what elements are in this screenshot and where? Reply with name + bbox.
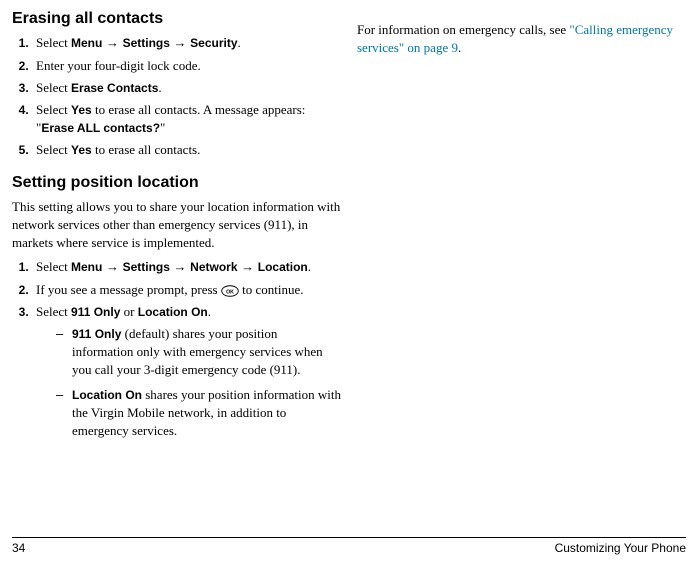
sub-911-only: 911 Only (default) shares your position … (60, 325, 341, 380)
location-steps: Select Menu → Settings → Network → Locat… (12, 258, 341, 440)
location-on-label: Location On (138, 305, 208, 319)
erase-contacts-label: Erase Contacts (71, 81, 158, 95)
text: . (208, 304, 211, 319)
text: . (158, 80, 161, 95)
text: . (308, 259, 311, 274)
location-intro: This setting allows you to share your lo… (12, 198, 341, 253)
emergency-info: For information on emergency calls, see … (357, 21, 686, 57)
erase-steps: Select Menu → Settings → Security. Enter… (12, 34, 341, 159)
menu-label: Menu (71, 36, 102, 50)
text: Select (36, 35, 71, 50)
text: or (120, 304, 137, 319)
page-footer: 34 Customizing Your Phone (12, 537, 686, 557)
svg-text:OK: OK (226, 289, 234, 295)
arrow: → (170, 259, 190, 274)
text: For information on emergency calls, see (357, 22, 569, 37)
loc-step-1: Select Menu → Settings → Network → Locat… (32, 258, 341, 276)
text: to continue. (239, 282, 304, 297)
text: Select (36, 80, 71, 95)
erase-step-4: Select Yes to erase all contacts. A mess… (32, 101, 341, 137)
text: . (238, 35, 241, 50)
page-number: 34 (12, 540, 25, 557)
loc-step-2: If you see a message prompt, press OK to… (32, 281, 341, 299)
location-sublist: 911 Only (default) shares your position … (36, 325, 341, 440)
arrow: → (170, 35, 190, 50)
erase-step-3: Select Erase Contacts. (32, 79, 341, 97)
erase-all-prompt: Erase ALL contacts? (41, 121, 160, 135)
security-label: Security (190, 36, 237, 50)
erase-step-5: Select Yes to erase all contacts. (32, 141, 341, 159)
heading-erasing-contacts: Erasing all contacts (12, 8, 341, 30)
loc-step-3: Select 911 Only or Location On. 911 Only… (32, 303, 341, 440)
911-only-bold: 911 Only (72, 327, 121, 341)
text: . (458, 40, 461, 55)
text: Select (36, 304, 71, 319)
arrow: → (238, 259, 258, 274)
911-only-label: 911 Only (71, 305, 120, 319)
location-label: Location (258, 260, 308, 274)
settings-label: Settings (123, 36, 170, 50)
sub-location-on: Location On shares your position informa… (60, 386, 341, 441)
yes-label: Yes (71, 103, 92, 117)
settings-label: Settings (123, 260, 170, 274)
location-on-bold: Location On (72, 388, 142, 402)
text: Select (36, 142, 71, 157)
text: Select (36, 102, 71, 117)
menu-label: Menu (71, 260, 102, 274)
arrow: → (102, 35, 122, 50)
section-title: Customizing Your Phone (555, 540, 686, 557)
ok-button-icon: OK (221, 285, 239, 297)
text: If you see a message prompt, press (36, 282, 221, 297)
arrow: → (102, 259, 122, 274)
erase-step-1: Select Menu → Settings → Security. (32, 34, 341, 52)
text: to erase all contacts. (92, 142, 201, 157)
erase-step-2: Enter your four-digit lock code. (32, 57, 341, 75)
heading-position-location: Setting position location (12, 172, 341, 194)
text: " (160, 120, 165, 135)
yes-label: Yes (71, 143, 92, 157)
network-label: Network (190, 260, 237, 274)
text: Select (36, 259, 71, 274)
